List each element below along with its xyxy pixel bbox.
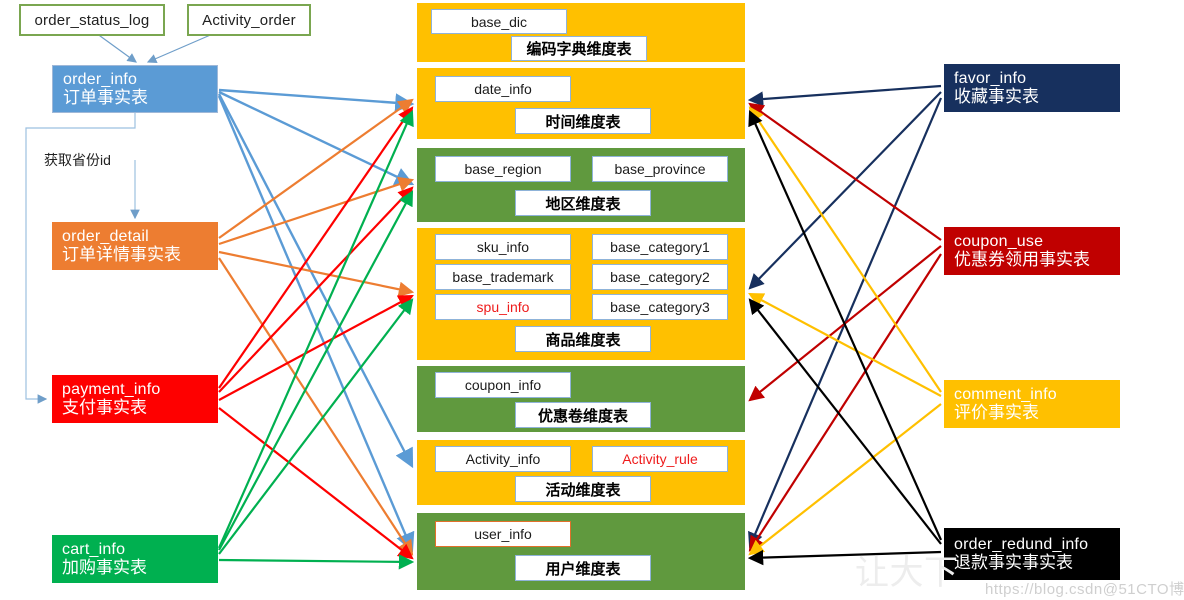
dimension-group-title[interactable]: 商品维度表 <box>515 326 651 352</box>
fact-table-name-en: cart_info <box>62 540 126 558</box>
dimension-table-chip[interactable]: base_category1 <box>592 234 728 260</box>
fact-table-name-en: favor_info <box>954 69 1027 87</box>
wire-group-coupon-use <box>748 102 942 552</box>
dimension-table-chip[interactable]: base_trademark <box>435 264 571 290</box>
fact-table-name-cn: 评价事实表 <box>954 403 1039 423</box>
source-table-box[interactable]: order_status_log <box>19 4 165 36</box>
source-table-label: Activity_order <box>202 11 296 29</box>
fact-table-name-en: payment_info <box>62 380 161 398</box>
fact-table-box[interactable]: order_detail 订单详情事实表 <box>52 222 218 270</box>
fact-table-box[interactable]: cart_info 加购事实表 <box>52 535 218 583</box>
dimension-table-chip[interactable]: base_category2 <box>592 264 728 290</box>
wire-group-order-detail <box>218 98 415 556</box>
dimension-group-activity[interactable]: Activity_info Activity_rule 活动维度表 <box>417 440 745 505</box>
dimension-table-chip[interactable]: base_dic <box>431 9 567 34</box>
dimension-group-title[interactable]: 优惠卷维度表 <box>515 402 651 428</box>
fact-table-box[interactable]: favor_info 收藏事实表 <box>944 64 1120 112</box>
wire-group-favor-info <box>747 84 943 549</box>
source-table-label: order_status_log <box>34 11 150 29</box>
wire-group-sources <box>95 32 216 64</box>
dimension-group-base_dic[interactable]: base_dic 编码字典维度表 <box>417 3 745 62</box>
fact-table-name-en: order_info <box>63 70 138 88</box>
fact-table-name-en: comment_info <box>954 385 1057 403</box>
fact-table-name-cn: 退款事实事实表 <box>954 553 1073 573</box>
fact-table-box[interactable]: coupon_use 优惠券领用事实表 <box>944 227 1120 275</box>
wire-group-comment-info <box>748 106 942 556</box>
fact-table-box[interactable]: payment_info 支付事实表 <box>52 375 218 423</box>
dimension-group-date_info[interactable]: date_info 时间维度表 <box>417 68 745 139</box>
wire-group-order-info <box>217 88 415 553</box>
dimension-table-chip[interactable]: sku_info <box>435 234 571 260</box>
dimension-group-region[interactable]: base_region base_province 地区维度表 <box>417 148 745 222</box>
dimension-table-chip[interactable]: user_info <box>435 521 571 547</box>
dimension-group-title[interactable]: 编码字典维度表 <box>511 36 647 61</box>
dimension-group-title[interactable]: 活动维度表 <box>515 476 651 502</box>
dimension-table-chip[interactable]: base_province <box>592 156 728 182</box>
erd-diagram-canvas: order_status_log Activity_order order_inf… <box>0 0 1184 600</box>
dimension-table-chip[interactable]: base_category3 <box>592 294 728 320</box>
fact-table-name-cn: 支付事实表 <box>62 398 147 418</box>
fact-table-name-cn: 收藏事实表 <box>954 87 1039 107</box>
watermark-text: https://blog.csdn@51CTO博客 <box>985 581 1184 598</box>
fact-table-name-cn: 订单详情事实表 <box>62 245 181 265</box>
fact-table-box[interactable]: order_info 订单事实表 <box>52 65 218 113</box>
fact-table-box[interactable]: order_redund_info 退款事实事实表 <box>944 528 1120 580</box>
edge-annotation-label: 获取省份id <box>44 152 111 168</box>
dimension-table-chip[interactable]: coupon_info <box>435 372 571 398</box>
fact-table-box[interactable]: comment_info 评价事实表 <box>944 380 1120 428</box>
dimension-table-chip[interactable]: Activity_rule <box>592 446 728 472</box>
wire-group-order-redund-info <box>747 109 943 566</box>
dimension-table-chip[interactable]: Activity_info <box>435 446 571 472</box>
dimension-group-user[interactable]: user_info 用户维度表 <box>417 513 745 590</box>
dimension-group-title[interactable]: 用户维度表 <box>515 555 651 581</box>
watermark-text: 让大下 <box>855 554 959 592</box>
dimension-group-coupon[interactable]: coupon_info 优惠卷维度表 <box>417 366 745 432</box>
dimension-table-chip[interactable]: date_info <box>435 76 571 102</box>
fact-table-name-en: order_redund_info <box>954 535 1089 553</box>
fact-table-name-cn: 加购事实表 <box>62 558 147 578</box>
source-table-box[interactable]: Activity_order <box>187 4 311 36</box>
fact-table-name-en: order_detail <box>62 227 149 245</box>
dimension-table-chip[interactable]: base_region <box>435 156 571 182</box>
fact-table-name-en: coupon_use <box>954 232 1044 250</box>
fact-table-name-cn: 订单事实表 <box>63 88 148 108</box>
dimension-group-title[interactable]: 时间维度表 <box>515 108 651 134</box>
dimension-group-sku[interactable]: sku_info base_category1 base_trademark base… <box>417 228 745 360</box>
dimension-table-chip[interactable]: spu_info <box>435 294 571 320</box>
fact-table-name-cn: 优惠券领用事实表 <box>954 250 1090 270</box>
wire-group-payment-info <box>218 106 414 560</box>
dimension-group-title[interactable]: 地区维度表 <box>515 190 651 216</box>
wire-group-cart-info <box>217 109 415 570</box>
